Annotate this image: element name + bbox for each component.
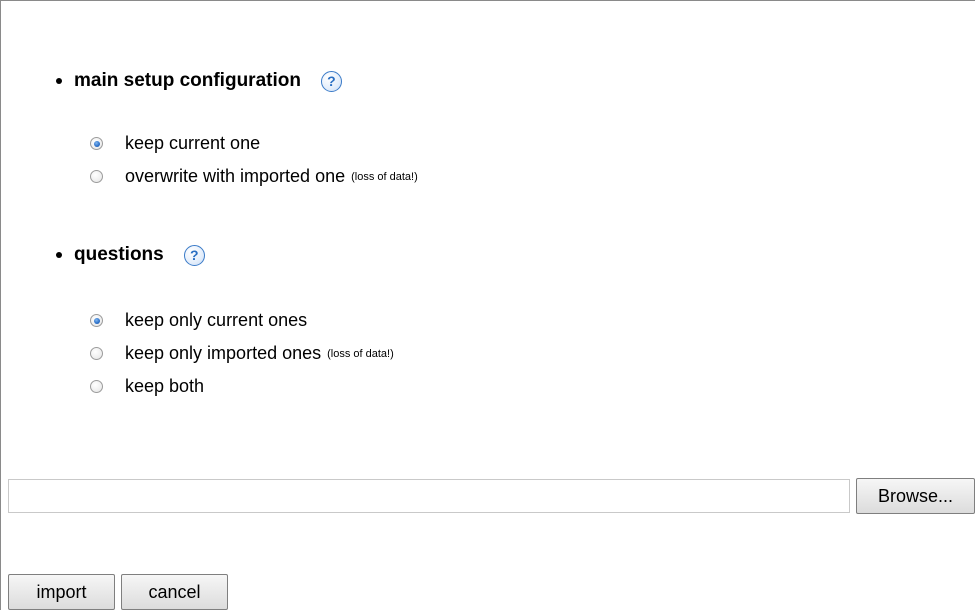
radio-button[interactable] [90, 380, 103, 393]
radio-button-checked[interactable] [90, 137, 103, 150]
option-label: keep only imported ones [125, 343, 322, 363]
browse-button[interactable]: Browse... [856, 478, 975, 514]
frame-left-border [0, 0, 1, 610]
import-button[interactable]: import [8, 574, 115, 610]
help-icon[interactable]: ? [183, 244, 205, 266]
option-label: overwrite with imported one [125, 166, 346, 186]
main-setup-option-keep-current[interactable]: keep current one [90, 133, 260, 154]
questions-section: questions ? [56, 244, 205, 266]
main-setup-section: main setup configuration ? [56, 70, 342, 92]
option-label: keep both [125, 376, 205, 396]
option-label: keep current one [125, 133, 261, 153]
file-path-input[interactable] [8, 479, 850, 513]
main-setup-title: main setup configuration [74, 70, 301, 91]
questions-title: questions [74, 244, 164, 265]
bullet-icon [56, 252, 62, 258]
option-label: keep only current ones [125, 310, 308, 330]
radio-button-checked[interactable] [90, 314, 103, 327]
loss-warning-note: (loss of data!) [351, 170, 418, 183]
cancel-button[interactable]: cancel [121, 574, 228, 610]
help-icon[interactable]: ? [320, 70, 342, 92]
main-setup-option-overwrite[interactable]: overwrite with imported one (loss of dat… [90, 166, 418, 187]
frame-top-border [0, 0, 975, 1]
questions-option-keep-imported[interactable]: keep only imported ones (loss of data!) [90, 343, 394, 364]
radio-button[interactable] [90, 170, 103, 183]
radio-button[interactable] [90, 347, 103, 360]
loss-warning-note: (loss of data!) [327, 347, 394, 360]
bullet-icon [56, 78, 62, 84]
questions-option-keep-current[interactable]: keep only current ones [90, 310, 307, 331]
questions-option-keep-both[interactable]: keep both [90, 376, 204, 397]
